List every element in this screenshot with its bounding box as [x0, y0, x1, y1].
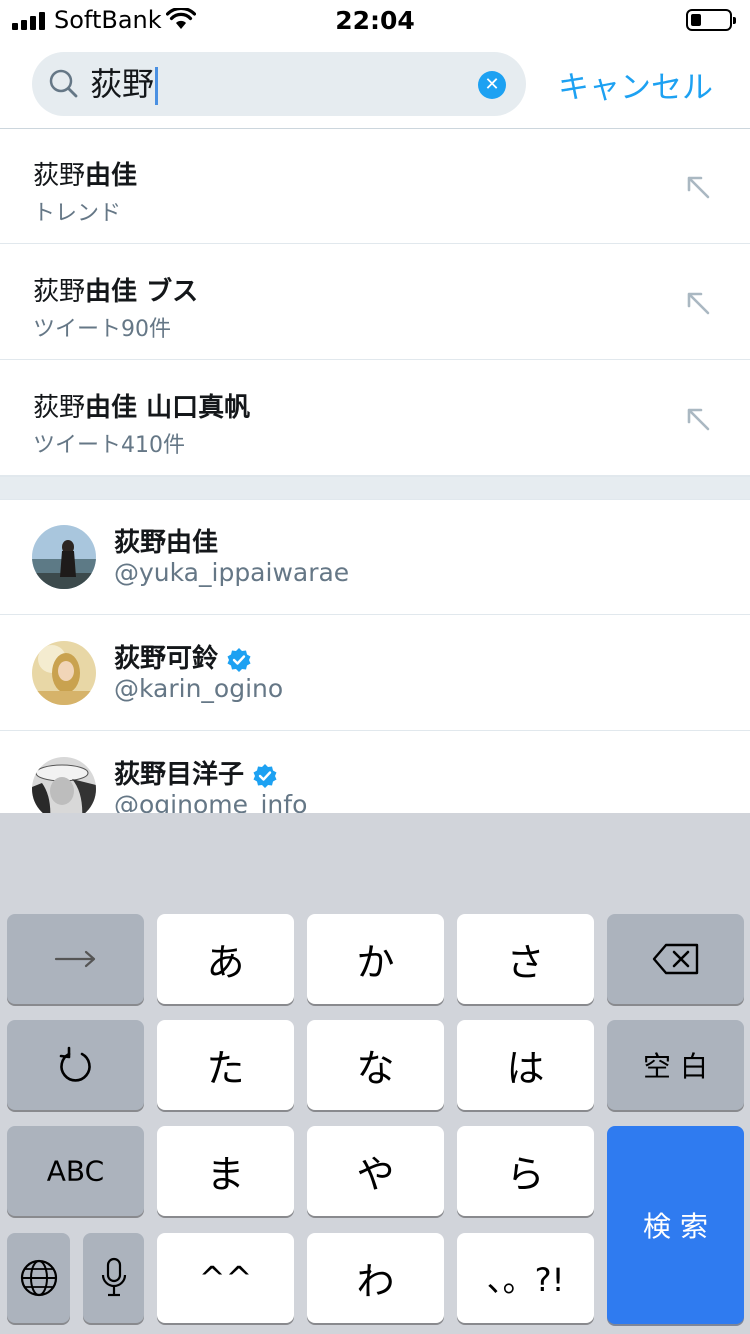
space-key[interactable]: 空 白: [607, 1020, 744, 1110]
avatar: [32, 757, 96, 813]
suggestion-subtitle: トレンド: [33, 201, 122, 226]
arrow-up-left-icon[interactable]: [684, 289, 712, 317]
search-suggestion[interactable]: 荻野由佳 山口真帆 ツイート410件: [0, 361, 750, 476]
key-na[interactable]: な: [307, 1020, 444, 1110]
key-ha[interactable]: は: [457, 1020, 594, 1110]
search-icon: [49, 69, 78, 98]
abc-key[interactable]: ABC: [7, 1126, 144, 1216]
arrow-up-left-icon[interactable]: [684, 405, 712, 433]
user-result[interactable]: 荻野可鈴 @karin_ogino: [0, 616, 750, 731]
key-ka[interactable]: か: [307, 914, 444, 1004]
text-cursor: [155, 67, 159, 105]
undo-icon[interactable]: [7, 1020, 144, 1110]
suggestion-text: 荻野由佳 ブス: [33, 277, 199, 307]
keyboard: あ か さ た な は 空 白 ABC ま や ら 検 索 ^^ わ 、。?!: [0, 813, 750, 1334]
key-sa[interactable]: さ: [457, 914, 594, 1004]
battery-icon: [686, 9, 736, 31]
suggestion-subtitle: ツイート90件: [33, 317, 171, 342]
backspace-icon[interactable]: [607, 914, 744, 1004]
search-query[interactable]: 荻野: [90, 64, 159, 105]
search-key[interactable]: 検 索: [607, 1126, 744, 1324]
arrow-right-icon[interactable]: [7, 914, 144, 1004]
key-wa[interactable]: わ: [307, 1233, 444, 1323]
search-suggestion[interactable]: 荻野由佳 トレンド: [0, 129, 750, 244]
verified-badge-icon: [227, 647, 251, 672]
section-divider: [0, 476, 750, 500]
key-ya[interactable]: や: [307, 1126, 444, 1216]
kaomoji-key[interactable]: ^^: [157, 1233, 294, 1323]
user-result[interactable]: 荻野目洋子 @oginome_info: [0, 732, 750, 813]
status-bar: SoftBank 22:04: [0, 0, 750, 40]
user-result[interactable]: 荻野由佳 @yuka_ippaiwarae: [0, 500, 750, 615]
clear-icon[interactable]: ✕: [478, 71, 506, 99]
key-ra[interactable]: ら: [457, 1126, 594, 1216]
suggestion-subtitle: ツイート410件: [33, 433, 185, 458]
user-handle: @karin_ogino: [114, 674, 284, 703]
user-handle: @oginome_info: [114, 790, 308, 813]
punctuation-key[interactable]: 、。?!: [457, 1233, 594, 1323]
cancel-button[interactable]: キャンセル: [558, 62, 713, 107]
avatar: [32, 525, 96, 589]
user-name: 荻野由佳: [114, 528, 219, 558]
user-handle: @yuka_ippaiwarae: [114, 558, 350, 587]
avatar: [32, 641, 96, 705]
globe-icon[interactable]: [7, 1233, 70, 1323]
key-a[interactable]: あ: [157, 914, 294, 1004]
suggestion-text: 荻野由佳 山口真帆: [33, 393, 251, 423]
arrow-up-left-icon[interactable]: [684, 173, 712, 201]
user-name: 荻野可鈴: [114, 638, 252, 675]
key-ta[interactable]: た: [157, 1020, 294, 1110]
microphone-icon[interactable]: [83, 1233, 144, 1323]
verified-badge-icon: [253, 763, 277, 788]
clock: 22:04: [335, 6, 415, 35]
suggestion-text: 荻野由佳: [33, 161, 138, 191]
search-input[interactable]: 荻野 ✕: [32, 52, 526, 116]
key-ma[interactable]: ま: [157, 1126, 294, 1216]
search-suggestion[interactable]: 荻野由佳 ブス ツイート90件: [0, 245, 750, 360]
user-name: 荻野目洋子: [114, 754, 278, 791]
